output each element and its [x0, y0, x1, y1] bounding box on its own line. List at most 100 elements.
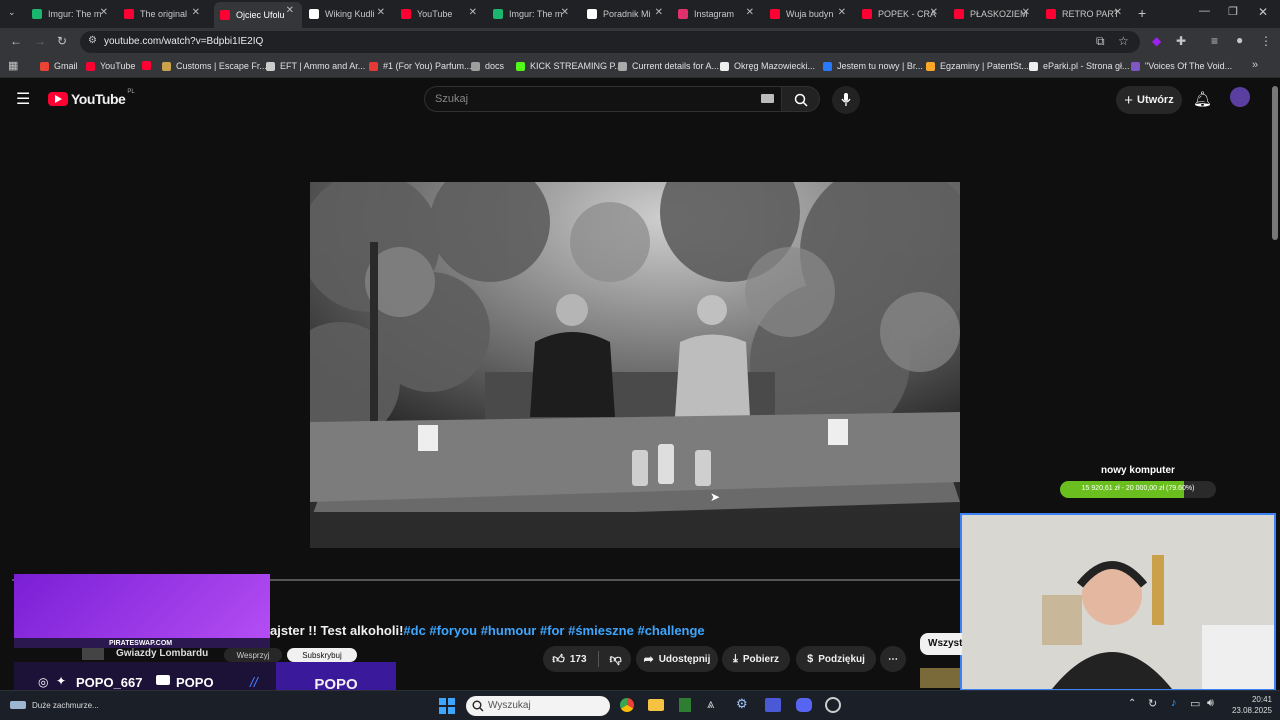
support-button[interactable]: Wesprzyj — [224, 648, 282, 662]
taskbar-search-input[interactable]: Wyszukaj — [466, 696, 610, 716]
tab-close-icon[interactable]: ✕ — [469, 7, 477, 18]
browser-tab[interactable]: RETRO PART ✕ — [1042, 4, 1130, 24]
bookmark-item[interactable]: Jestem tu nowy | Br... — [823, 61, 923, 71]
like-button[interactable]: 👍︎ 173 — [552, 652, 586, 667]
channel-avatar[interactable] — [82, 648, 104, 660]
install-app-icon[interactable]: ⧉ — [1096, 34, 1105, 49]
profile-icon[interactable]: ● — [1236, 33, 1243, 47]
more-bookmarks-icon[interactable]: » — [1252, 59, 1258, 71]
recommendation-thumbnail[interactable] — [920, 668, 960, 688]
apps-grid-icon[interactable]: ▦ — [8, 59, 18, 72]
close-window-icon[interactable]: ✕ — [1258, 5, 1268, 19]
browser-tab[interactable]: The original ✕ — [120, 4, 208, 24]
forward-icon[interactable]: → — [34, 34, 46, 48]
browser-tab[interactable]: POPEK - CRA ✕ — [858, 4, 946, 24]
bookmark-item[interactable]: Egzaminy | PatentSt... — [926, 61, 1029, 71]
app-icon[interactable]: ⩓ — [707, 696, 714, 712]
youtube-logo[interactable]: YouTube PL — [48, 89, 135, 107]
teams-icon[interactable] — [765, 698, 781, 712]
tab-close-icon[interactable]: ✕ — [746, 7, 754, 18]
video-player[interactable]: ➤ — [310, 182, 960, 548]
bookmark-item[interactable]: eParki.pl - Strona gł... — [1029, 61, 1130, 71]
download-button[interactable]: ⤓ Pobierz — [722, 646, 790, 672]
clock-time[interactable]: 20:41 — [1232, 695, 1272, 704]
create-button[interactable]: + Utwórz — [1116, 86, 1182, 114]
weather-status[interactable]: Duże zachmurze... — [32, 701, 99, 710]
tab-close-icon[interactable]: ✕ — [838, 7, 846, 18]
browser-tab[interactable]: Wiking Kudli ✕ — [305, 4, 393, 24]
search-input[interactable]: Szukaj — [424, 86, 782, 112]
weather-icon[interactable] — [10, 701, 26, 709]
tab-close-icon[interactable]: ✕ — [377, 7, 385, 18]
site-info-icon[interactable]: ⚙ — [88, 35, 97, 46]
browser-tab[interactable]: Imgur: The m ✕ — [28, 4, 116, 24]
keyboard-icon[interactable] — [761, 94, 774, 103]
bookmark-item[interactable]: KICK STREAMING P... — [516, 61, 622, 71]
spreadsheet-icon[interactable] — [679, 698, 691, 712]
bookmark-item[interactable]: Current details for A... — [618, 61, 719, 71]
hamburger-menu-icon[interactable]: ☰ — [16, 89, 30, 109]
clock-date[interactable]: 23.08.2025 — [1224, 706, 1272, 715]
browser-tab[interactable]: Imgur: The m ✕ — [489, 4, 577, 24]
bookmark-item[interactable]: docs — [471, 61, 504, 71]
bookmark-item[interactable]: EFT | Ammo and Ar... — [266, 61, 365, 71]
bookmark-item[interactable]: YouTube — [86, 61, 135, 71]
subscribe-button[interactable]: Subskrybuj — [287, 648, 357, 662]
discord-icon[interactable] — [796, 698, 812, 712]
new-tab-icon[interactable]: + — [1138, 5, 1146, 21]
minimize-icon[interactable]: — — [1199, 5, 1210, 17]
file-explorer-icon[interactable] — [648, 699, 664, 711]
browser-tab[interactable]: Wuja budyn ✕ — [766, 4, 854, 24]
tab-close-icon[interactable]: ✕ — [655, 7, 663, 18]
tab-close-icon[interactable]: ✕ — [100, 7, 108, 18]
tray-sync-icon[interactable]: ↻ — [1148, 697, 1157, 710]
thanks-button[interactable]: $ Podziękuj — [796, 646, 876, 672]
extensions-puzzle-icon[interactable]: ✚ — [1176, 34, 1186, 48]
bookmark-item[interactable]: Customs | Escape Fr... — [162, 61, 267, 71]
app-circle-icon[interactable] — [825, 697, 841, 713]
tray-mic-icon[interactable]: ♪ — [1171, 697, 1177, 709]
extension-icon[interactable]: ◆ — [1152, 34, 1161, 48]
video-hashtags[interactable]: #dc #foryou #humour #for #śmieszne #chal… — [403, 623, 704, 638]
bookmark-item[interactable]: Gmail — [40, 61, 78, 71]
tray-expand-icon[interactable]: ⌃ — [1128, 698, 1136, 709]
back-icon[interactable]: ← — [10, 34, 22, 48]
chip-all[interactable]: Wszyst — [920, 633, 962, 655]
chrome-menu-icon[interactable]: ⋮ — [1260, 34, 1272, 48]
steam-icon[interactable]: ⚙ — [736, 696, 748, 712]
bookmark-item[interactable]: "Voices Of The Void... — [1131, 61, 1232, 71]
thumbs-down-icon[interactable]: 👎︎ — [610, 652, 622, 667]
tab-close-icon[interactable]: ✕ — [561, 7, 569, 18]
volume-icon[interactable]: 🔊︎ — [1207, 697, 1214, 710]
windows-start-icon[interactable] — [439, 698, 455, 714]
reload-icon[interactable]: ↻ — [57, 34, 67, 48]
bookmark-star-icon[interactable]: ☆ — [1118, 34, 1129, 48]
more-actions-button[interactable]: ⋯ — [880, 646, 906, 672]
voice-search-button[interactable] — [832, 86, 860, 114]
bookmark-item[interactable]: Okręg Mazowiecki... — [720, 61, 815, 71]
tab-close-icon[interactable]: ✕ — [192, 7, 200, 18]
tab-close-icon[interactable]: ✕ — [1022, 7, 1030, 18]
tab-close-icon[interactable]: ✕ — [1114, 7, 1122, 18]
channel-name[interactable]: Gwiazdy Lombardu — [116, 648, 208, 659]
bookmark-item[interactable]: #1 (For You) Parfum... — [369, 61, 472, 71]
tab-search-icon[interactable]: ⌄ — [8, 7, 16, 18]
page-scrollbar[interactable] — [1272, 86, 1278, 240]
notifications-bell-icon[interactable]: 🔔︎ — [1193, 90, 1212, 108]
chrome-taskbar-icon[interactable] — [620, 698, 634, 712]
share-button[interactable]: ➦ Udostępnij — [636, 646, 718, 672]
browser-tab[interactable]: YouTube ✕ — [397, 4, 485, 24]
tab-close-icon[interactable]: ✕ — [286, 5, 294, 16]
browser-tab[interactable]: Poradnik Mi ✕ — [583, 4, 671, 24]
url-field[interactable]: ⚙ youtube.com/watch?v=Bdpbi1IE2IQ ⧉ ☆ — [80, 31, 1140, 53]
browser-tab[interactable]: Instagram ✕ — [674, 4, 762, 24]
avatar[interactable] — [1230, 87, 1250, 107]
search-button[interactable] — [782, 86, 820, 112]
browser-tab[interactable]: Ojciec Ufolu ✕ — [214, 2, 302, 28]
bookmark-item[interactable] — [142, 61, 156, 70]
restore-icon[interactable]: ❐ — [1228, 5, 1238, 18]
media-controls-icon[interactable]: ≡ — [1211, 34, 1218, 48]
tab-close-icon[interactable]: ✕ — [930, 7, 938, 18]
network-icon[interactable]: ▭ — [1190, 697, 1200, 710]
browser-tab[interactable]: PŁASKOZIEM ✕ — [950, 4, 1038, 24]
